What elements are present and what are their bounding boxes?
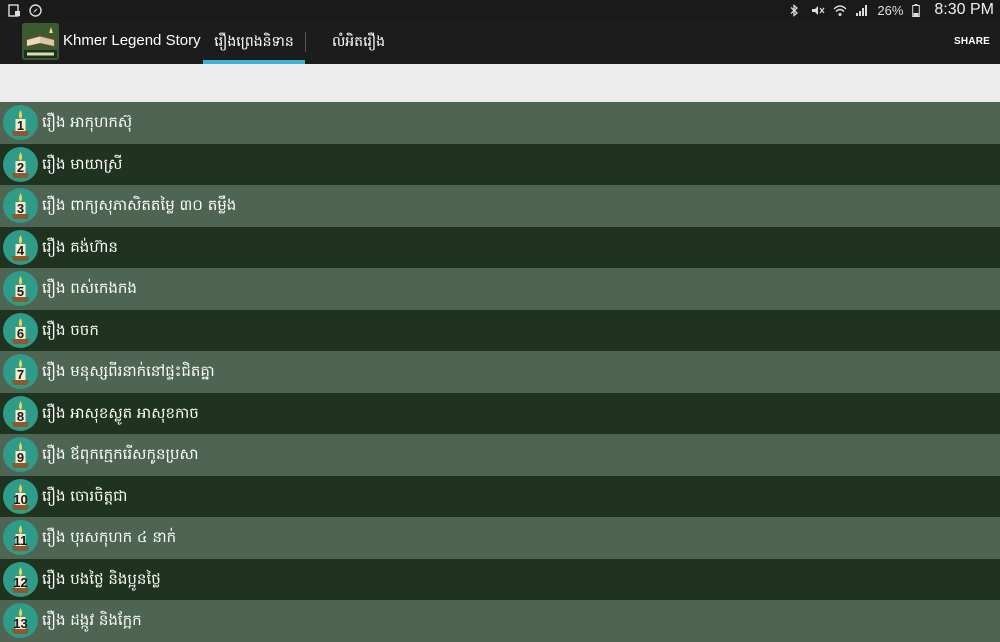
story-number: 11 xyxy=(13,533,28,548)
list-item[interactable]: 1 រឿង អាកុហកស៊ុ xyxy=(0,102,1000,144)
story-number-badge: 1 xyxy=(3,105,38,140)
story-title: រឿង គង់ហ៊ាន xyxy=(42,237,118,256)
list-item[interactable]: 10 រឿង ចោរចិត្តជា xyxy=(0,475,1000,517)
list-item[interactable]: 6 រឿង ចចក xyxy=(0,309,1000,351)
list-item[interactable]: 9 រឿង ឪពុកក្មេករើសកូនប្រសា xyxy=(0,434,1000,476)
tab-legend-stories-label: រឿងព្រេងនិទាន xyxy=(214,33,294,50)
bluetooth-icon xyxy=(789,3,802,17)
story-number-badge: 11 xyxy=(3,520,38,555)
story-title: រឿង បងថ្លៃ និងប្អូនថ្លៃ xyxy=(42,569,161,588)
tab-story-details-label: លំអិតរឿង xyxy=(331,33,386,50)
story-number-badge: 10 xyxy=(3,478,38,514)
list-item[interactable]: 5 រឿង ពស់កេងកង xyxy=(0,268,1000,310)
list-item[interactable]: 11 រឿង បុរសកុហក ៤ នាក់ xyxy=(0,517,1000,559)
share-button[interactable]: SHARE xyxy=(954,36,990,47)
story-number: 9 xyxy=(16,450,25,465)
story-number: 8 xyxy=(16,408,25,424)
story-number-badge: 4 xyxy=(3,229,38,265)
story-number: 10 xyxy=(13,491,28,507)
story-title: រឿង អាសុខស្លូត អាសុខកាច xyxy=(42,403,199,422)
story-number-badge: 12 xyxy=(3,561,38,597)
app-bar: Khmer Legend Story រឿងព្រេងនិទាន លំអិតរឿ… xyxy=(0,20,1000,64)
signal-icon xyxy=(855,4,868,17)
story-title: រឿង ចចក xyxy=(42,320,99,339)
status-left-icons xyxy=(0,3,42,17)
list-item[interactable]: 12 រឿង បងថ្លៃ និងប្អូនថ្លៃ xyxy=(0,558,1000,600)
story-number-badge: 5 xyxy=(3,271,38,306)
story-number-badge: 6 xyxy=(3,312,38,348)
status-bar: 26% 8:30 PM xyxy=(0,0,1000,20)
story-number: 7 xyxy=(16,367,25,382)
battery-icon xyxy=(912,3,925,17)
list-item[interactable]: 7 រឿង មនុស្សពីរនាក់នៅផ្ទះជិតគ្នា xyxy=(0,351,1000,393)
story-number: 12 xyxy=(13,574,28,590)
story-number-badge: 9 xyxy=(3,437,38,472)
wifi-icon xyxy=(833,4,847,17)
story-title: រឿង បុរសកុហក ៤ នាក់ xyxy=(42,528,177,546)
battery-percent: 26% xyxy=(877,2,904,18)
story-title: រឿង មាយាស្រី xyxy=(42,154,123,173)
story-title: រឿង អាកុហកស៊ុ xyxy=(42,113,133,131)
compass-icon xyxy=(29,3,42,17)
story-number: 2 xyxy=(16,159,25,175)
notification-icon xyxy=(8,3,21,17)
tab-legend-stories[interactable]: រឿងព្រេងនិទាន xyxy=(203,20,305,64)
story-number-badge: 3 xyxy=(3,188,38,223)
story-title: រឿង មនុស្សពីរនាក់នៅផ្ទះជិតគ្នា xyxy=(42,362,215,380)
story-number-badge: 7 xyxy=(3,354,38,389)
story-number: 13 xyxy=(13,616,28,631)
status-right-icons: 26% 8:30 PM xyxy=(789,1,1000,19)
story-title: រឿង ឪពុកក្មេករើសកូនប្រសា xyxy=(42,445,199,463)
list-item[interactable]: 13 រឿង ដង្កូវ និងក្អែក xyxy=(0,600,1000,642)
selected-tab-indicator xyxy=(203,60,305,64)
story-number: 4 xyxy=(16,242,25,258)
story-number-badge: 2 xyxy=(3,146,38,182)
app-logo-icon xyxy=(22,23,59,60)
story-title: រឿង ពស់កេងកង xyxy=(42,279,137,297)
story-title: រឿង ចោរចិត្តជា xyxy=(42,486,128,505)
story-number: 1 xyxy=(16,118,25,133)
story-number: 6 xyxy=(16,325,25,341)
story-title: រឿង ពាក្យសុភាសិតតម្លៃ ៣០ តម្លឹង xyxy=(42,196,237,214)
list-item[interactable]: 4 រឿង គង់ហ៊ាន xyxy=(0,226,1000,268)
app-title: Khmer Legend Story xyxy=(63,32,201,49)
tab-story-details[interactable]: លំអិតរឿង xyxy=(306,20,411,64)
mute-icon xyxy=(811,4,825,17)
story-number-badge: 13 xyxy=(3,603,38,638)
list-item[interactable]: 3 រឿង ពាក្យសុភាសិតតម្លៃ ៣០ តម្លឹង xyxy=(0,185,1000,227)
list-item[interactable]: 2 រឿង មាយាស្រី xyxy=(0,143,1000,185)
story-number-badge: 8 xyxy=(3,395,38,431)
story-title: រឿង ដង្កូវ និងក្អែក xyxy=(42,611,142,629)
story-number: 3 xyxy=(16,201,25,216)
list-item[interactable]: 8 រឿង អាសុខស្លូត អាសុខកាច xyxy=(0,392,1000,434)
story-number: 5 xyxy=(16,284,25,299)
clock: 8:30 PM xyxy=(934,1,994,18)
story-list: 1 រឿង អាកុហកស៊ុ 2 រឿង មាយាស្រី 3 រឿង ពាក្យសុភ… xyxy=(0,102,1000,642)
